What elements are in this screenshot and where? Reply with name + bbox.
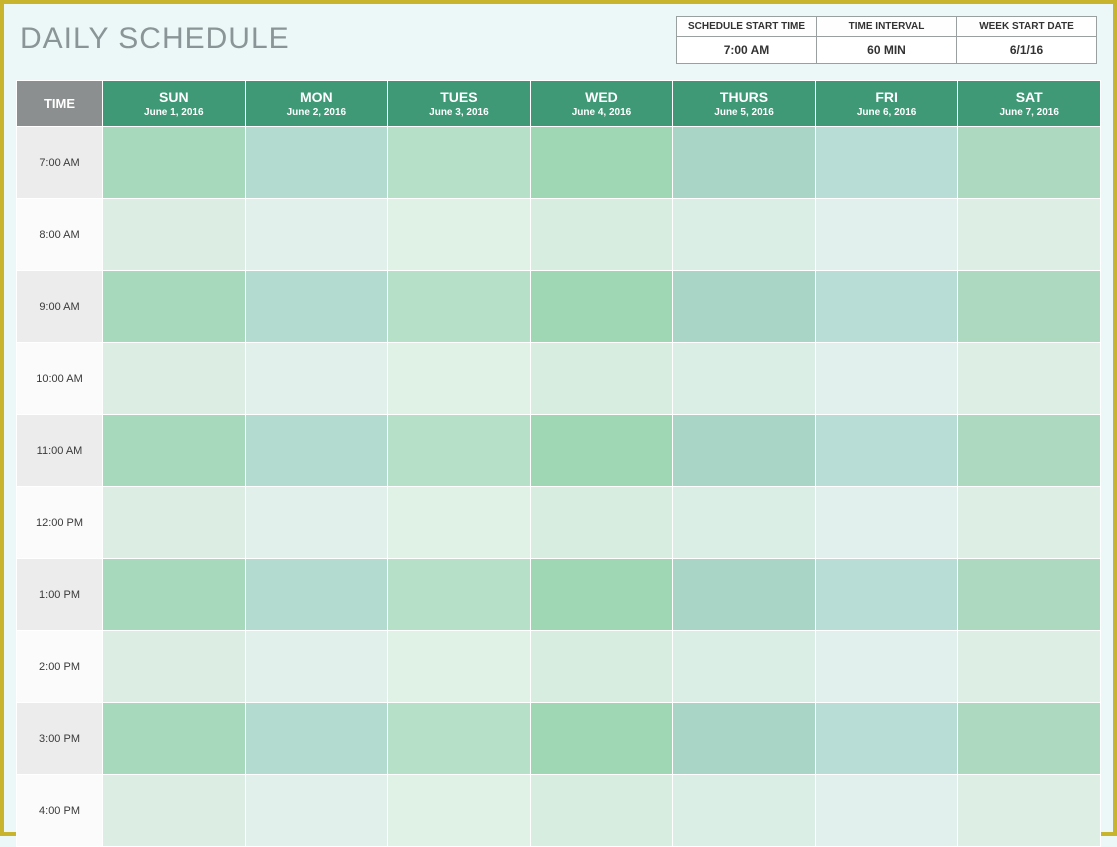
schedule-cell[interactable] bbox=[958, 631, 1101, 703]
schedule-cell[interactable] bbox=[958, 415, 1101, 487]
schedule-cell[interactable] bbox=[103, 415, 246, 487]
schedule-row: 10:00 AM bbox=[17, 343, 1101, 415]
schedule-cell[interactable] bbox=[673, 343, 816, 415]
schedule-cell[interactable] bbox=[245, 703, 388, 775]
schedule-row: 11:00 AM bbox=[17, 415, 1101, 487]
schedule-cell[interactable] bbox=[245, 559, 388, 631]
meta-header-week-start: WEEK START DATE bbox=[957, 17, 1097, 37]
schedule-cell[interactable] bbox=[530, 271, 673, 343]
schedule-cell[interactable] bbox=[388, 631, 531, 703]
day-header-sun: SUNJune 1, 2016 bbox=[103, 81, 246, 127]
schedule-cell[interactable] bbox=[530, 703, 673, 775]
schedule-cell[interactable] bbox=[815, 559, 958, 631]
meta-value-interval[interactable]: 60 MIN bbox=[817, 37, 957, 64]
schedule-row: 1:00 PM bbox=[17, 559, 1101, 631]
schedule-cell[interactable] bbox=[388, 271, 531, 343]
schedule-cell[interactable] bbox=[245, 199, 388, 271]
schedule-cell[interactable] bbox=[103, 487, 246, 559]
schedule-cell[interactable] bbox=[103, 127, 246, 199]
day-header-mon: MONJune 2, 2016 bbox=[245, 81, 388, 127]
meta-header-start-time: SCHEDULE START TIME bbox=[677, 17, 817, 37]
schedule-cell[interactable] bbox=[388, 487, 531, 559]
meta-value-week-start[interactable]: 6/1/16 bbox=[957, 37, 1097, 64]
time-column-header: TIME bbox=[17, 81, 103, 127]
time-label: 10:00 AM bbox=[17, 343, 103, 415]
schedule-cell[interactable] bbox=[103, 343, 246, 415]
schedule-cell[interactable] bbox=[815, 343, 958, 415]
schedule-cell[interactable] bbox=[103, 199, 246, 271]
schedule-row: 3:00 PM bbox=[17, 703, 1101, 775]
schedule-cell[interactable] bbox=[245, 343, 388, 415]
schedule-cell[interactable] bbox=[673, 271, 816, 343]
schedule-cell[interactable] bbox=[958, 559, 1101, 631]
schedule-cell[interactable] bbox=[530, 199, 673, 271]
time-label: 11:00 AM bbox=[17, 415, 103, 487]
schedule-cell[interactable] bbox=[388, 343, 531, 415]
schedule-cell[interactable] bbox=[958, 199, 1101, 271]
schedule-cell[interactable] bbox=[530, 487, 673, 559]
schedule-row: 8:00 AM bbox=[17, 199, 1101, 271]
schedule-cell[interactable] bbox=[673, 703, 816, 775]
schedule-cell[interactable] bbox=[245, 271, 388, 343]
schedule-cell[interactable] bbox=[673, 559, 816, 631]
schedule-cell[interactable] bbox=[530, 559, 673, 631]
schedule-cell[interactable] bbox=[958, 703, 1101, 775]
schedule-cell[interactable] bbox=[673, 127, 816, 199]
schedule-row: 12:00 PM bbox=[17, 487, 1101, 559]
schedule-cell[interactable] bbox=[815, 631, 958, 703]
schedule-cell[interactable] bbox=[673, 487, 816, 559]
schedule-cell[interactable] bbox=[245, 487, 388, 559]
schedule-row: 2:00 PM bbox=[17, 631, 1101, 703]
schedule-cell[interactable] bbox=[673, 631, 816, 703]
schedule-cell[interactable] bbox=[815, 199, 958, 271]
schedule-grid: TIME SUNJune 1, 2016 MONJune 2, 2016 TUE… bbox=[16, 80, 1101, 847]
schedule-cell[interactable] bbox=[815, 415, 958, 487]
day-header-tue: TUESJune 3, 2016 bbox=[388, 81, 531, 127]
schedule-cell[interactable] bbox=[245, 415, 388, 487]
schedule-cell[interactable] bbox=[815, 703, 958, 775]
schedule-cell[interactable] bbox=[815, 127, 958, 199]
schedule-cell[interactable] bbox=[958, 271, 1101, 343]
time-label: 9:00 AM bbox=[17, 271, 103, 343]
day-header-sat: SATJune 7, 2016 bbox=[958, 81, 1101, 127]
meta-table: SCHEDULE START TIME TIME INTERVAL WEEK S… bbox=[676, 16, 1097, 64]
schedule-cell[interactable] bbox=[530, 127, 673, 199]
meta-header-interval: TIME INTERVAL bbox=[817, 17, 957, 37]
meta-value-start-time[interactable]: 7:00 AM bbox=[677, 37, 817, 64]
schedule-cell[interactable] bbox=[673, 199, 816, 271]
schedule-cell[interactable] bbox=[388, 703, 531, 775]
schedule-cell[interactable] bbox=[103, 703, 246, 775]
schedule-cell[interactable] bbox=[388, 415, 531, 487]
schedule-cell[interactable] bbox=[958, 127, 1101, 199]
day-header-wed: WEDJune 4, 2016 bbox=[530, 81, 673, 127]
schedule-cell[interactable] bbox=[388, 199, 531, 271]
day-header-thu: THURSJune 5, 2016 bbox=[673, 81, 816, 127]
time-label: 2:00 PM bbox=[17, 631, 103, 703]
schedule-cell[interactable] bbox=[103, 559, 246, 631]
schedule-row: 7:00 AM bbox=[17, 127, 1101, 199]
time-label: 7:00 AM bbox=[17, 127, 103, 199]
time-label: 8:00 AM bbox=[17, 199, 103, 271]
schedule-cell[interactable] bbox=[103, 631, 246, 703]
schedule-cell[interactable] bbox=[958, 487, 1101, 559]
schedule-cell[interactable] bbox=[388, 127, 531, 199]
schedule-cell[interactable] bbox=[245, 631, 388, 703]
day-header-fri: FRIJune 6, 2016 bbox=[815, 81, 958, 127]
page-title: DAILY SCHEDULE bbox=[20, 16, 290, 56]
schedule-cell[interactable] bbox=[530, 343, 673, 415]
time-label: 1:00 PM bbox=[17, 559, 103, 631]
schedule-cell[interactable] bbox=[815, 487, 958, 559]
time-label: 3:00 PM bbox=[17, 703, 103, 775]
schedule-cell[interactable] bbox=[815, 271, 958, 343]
schedule-cell[interactable] bbox=[530, 631, 673, 703]
schedule-cell[interactable] bbox=[245, 127, 388, 199]
schedule-cell[interactable] bbox=[958, 343, 1101, 415]
schedule-cell[interactable] bbox=[673, 415, 816, 487]
schedule-row: 9:00 AM bbox=[17, 271, 1101, 343]
schedule-cell[interactable] bbox=[530, 415, 673, 487]
time-label: 12:00 PM bbox=[17, 487, 103, 559]
schedule-cell[interactable] bbox=[388, 559, 531, 631]
schedule-cell[interactable] bbox=[103, 271, 246, 343]
